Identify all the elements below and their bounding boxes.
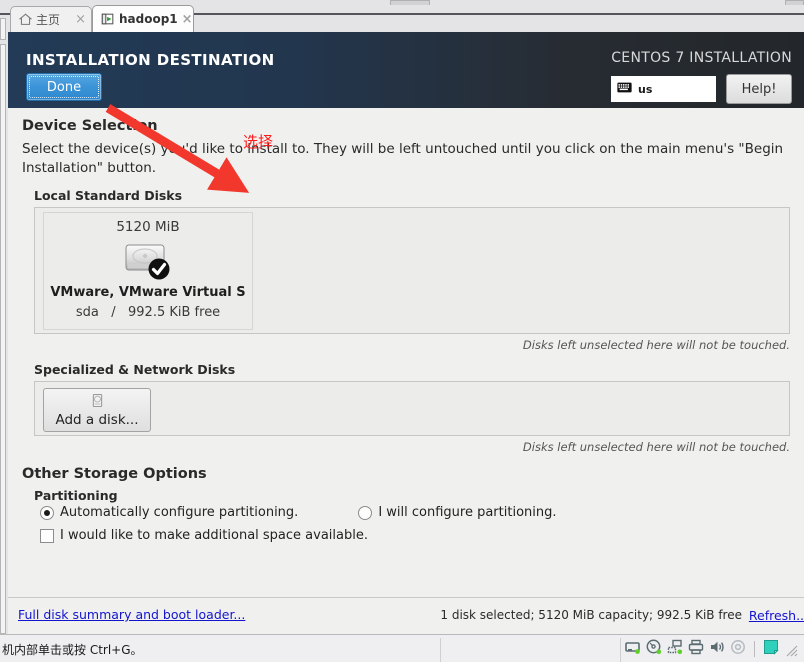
done-button[interactable]: Done [26,73,102,101]
disk-add-icon [91,393,104,412]
partitioning-radio-group: Automatically configure partitioning. I … [40,505,790,520]
installer-header: INSTALLATION DESTINATION Done CENTOS 7 I… [8,32,804,108]
help-button[interactable]: Help! [726,74,792,104]
vmware-status-bar: 机内部单击或按 Ctrl+G。 [0,634,804,662]
specialized-disks-panel: Add a disk... [34,381,790,436]
keyboard-icon [617,82,632,96]
installer-body: Device Selection Select the device(s) yo… [8,108,804,597]
partitioning-label: Partitioning [34,488,118,503]
installer-footer: Full disk summary and boot loader... 1 d… [8,597,804,634]
background-window-stub-right [785,0,804,5]
tab-home-label: 主页 [36,13,61,27]
keyboard-layout-value: us [638,82,653,96]
window-frame-sliver-main [0,44,6,634]
tab-hadoop1-label: hadoop1 [119,12,178,26]
add-a-disk-button[interactable]: Add a disk... [43,388,151,432]
hard-drive-icon [122,240,174,282]
radio-automatic-label: Automatically configure partitioning. [60,505,299,520]
device-selection-description: Select the device(s) you'd like to insta… [22,141,784,176]
network-adapter-icon[interactable] [667,639,683,659]
disk-separator: / [111,305,116,320]
radio-manual-partitioning[interactable]: I will configure partitioning. [358,505,557,520]
disk-device-name: sda [75,305,99,320]
local-standard-disks-title: Local Standard Disks [34,188,183,203]
disk-tile-sda[interactable]: 5120 MiB VMware, VMware Virtual S sda / … [43,212,253,330]
home-icon [19,13,32,26]
status-bar-icon-separator [754,641,755,657]
status-bar-divider-1 [440,638,441,662]
checkbox-additional-space-indicator [40,528,54,543]
window-frame-sliver-top [0,18,6,40]
disk-details: sda / 992.5 KiB free [76,305,220,320]
local-disks-note: Disks left unselected here will not be t… [522,338,790,352]
radio-automatic-indicator [40,505,54,520]
add-a-disk-label: Add a disk... [55,411,139,428]
disk-free-space: 992.5 KiB free [128,305,221,320]
radio-automatic-partitioning[interactable]: Automatically configure partitioning. [40,505,298,520]
disk-model: VMware, VMware Virtual S [50,285,246,300]
page-title: INSTALLATION DESTINATION [26,51,275,69]
local-disks-panel: 5120 MiB VMware, VMware Virtual S sda / … [34,207,790,334]
checkbox-additional-space[interactable]: I would like to make additional space av… [40,528,790,543]
status-bar-divider-2 [620,638,621,662]
additional-space-row: I would like to make additional space av… [40,528,790,543]
centos-installer-screen: INSTALLATION DESTINATION Done CENTOS 7 I… [8,32,804,634]
tab-hadoop1-close-icon[interactable]: × [182,13,193,26]
disk-capacity: 5120 MiB [116,219,180,235]
radio-manual-label: I will configure partitioning. [378,505,557,520]
tab-home-close-icon[interactable]: × [75,13,86,26]
checkbox-additional-space-label: I would like to make additional space av… [60,528,368,543]
check-badge-icon [148,258,170,280]
tab-hadoop1[interactable]: hadoop1 × [92,5,194,32]
refresh-link[interactable]: Refresh... [749,608,804,623]
printer-icon[interactable] [688,639,704,659]
resize-grip-icon[interactable] [784,642,798,657]
full-disk-summary-link[interactable]: Full disk summary and boot loader... [18,607,245,622]
done-button-focus-ring [29,76,99,98]
status-bar-message: 机内部单击或按 Ctrl+G。 [2,643,143,657]
sound-card-icon[interactable] [709,639,725,659]
hard-disk-icon[interactable] [625,639,641,659]
tab-home[interactable]: 主页 × [10,6,92,32]
product-installation-label: CENTOS 7 INSTALLATION [611,50,792,66]
vm-running-icon [101,12,115,26]
specialized-disks-title: Specialized & Network Disks [34,362,236,377]
cd-dvd-icon[interactable] [646,639,662,659]
specialized-disks-note: Disks left unselected here will not be t… [522,440,790,454]
keyboard-layout-indicator[interactable]: us [611,76,716,102]
vm-snapshot-icon[interactable] [763,639,779,659]
other-storage-options-title: Other Storage Options [22,466,207,482]
help-button-label: Help! [741,81,777,97]
device-selection-title: Device Selection [22,118,158,134]
disk-selection-status: 1 disk selected; 5120 MiB capacity; 992.… [440,608,742,622]
usb-icon[interactable] [730,639,746,659]
background-window-stub-left [390,0,430,5]
radio-manual-indicator [358,505,373,520]
vm-tab-bar: 主页 × hadoop1 × [0,0,804,32]
vmware-workstation-window: 主页 × hadoop1 × INSTALLATION DESTINATION … [0,0,804,662]
status-bar-device-icons [625,639,798,659]
